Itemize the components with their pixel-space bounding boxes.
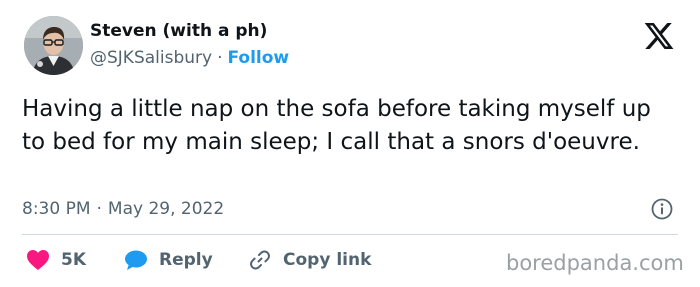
info-icon[interactable] xyxy=(650,197,674,221)
author-display-name[interactable]: Steven (with a ph) xyxy=(90,21,267,41)
reply-label: Reply xyxy=(159,250,213,270)
like-count: 5K xyxy=(61,250,87,270)
like-button[interactable]: 5K xyxy=(26,248,86,272)
handle-separator: · xyxy=(217,48,223,68)
copy-link-label: Copy link xyxy=(283,250,372,270)
heart-icon xyxy=(27,250,49,270)
follow-button[interactable]: Follow xyxy=(228,48,290,68)
avatar[interactable] xyxy=(24,16,83,75)
x-logo-icon[interactable] xyxy=(642,20,676,52)
speech-bubble-icon xyxy=(125,250,147,270)
timestamp-separator: · xyxy=(96,199,102,219)
author-handle[interactable]: @SJKSalisbury xyxy=(90,48,212,68)
tweet-timestamp[interactable]: 8:30 PM · May 29, 2022 xyxy=(22,199,224,219)
tweet-text: Having a little nap on the sofa before t… xyxy=(22,96,651,155)
copy-link-button[interactable]: Copy link xyxy=(248,248,371,272)
reply-button[interactable]: Reply xyxy=(124,248,213,272)
link-icon xyxy=(250,250,270,270)
author-handle-row: @SJKSalisbury · Follow xyxy=(90,48,289,68)
tweet-time: 8:30 PM xyxy=(22,199,91,219)
watermark: boredpanda.com xyxy=(506,251,684,275)
divider xyxy=(22,234,678,235)
tweet-date: May 29, 2022 xyxy=(107,199,225,219)
